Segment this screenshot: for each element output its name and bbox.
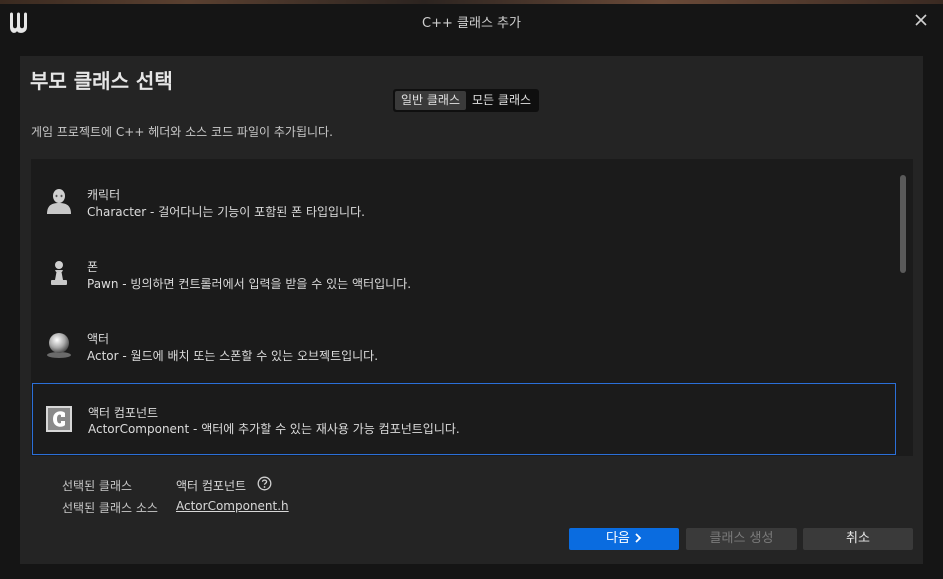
selected-class-value: 액터 컴포넌트 [176, 479, 247, 493]
title-bar: C++ 클래스 추가 [0, 4, 943, 40]
add-cpp-class-dialog: C++ 클래스 추가 부모 클래스 선택 일반 클래스 모든 클래스 게임 프로… [0, 0, 943, 579]
class-list: 캐릭터 Character - 걸어다니는 기능이 포함된 폰 타입입니다. 폰… [31, 159, 913, 456]
selected-source-link[interactable]: ActorComponent.h [176, 499, 289, 513]
help-icon[interactable] [257, 476, 272, 491]
class-item-name: 캐릭터 [87, 188, 121, 202]
chevron-right-icon [635, 533, 642, 543]
class-item-description: Character - 걸어다니는 기능이 포함된 폰 타입입니다. [87, 205, 365, 219]
class-item-character[interactable]: 캐릭터 Character - 걸어다니는 기능이 포함된 폰 타입입니다. [32, 160, 896, 232]
panel-description: 게임 프로젝트에 C++ 헤더와 소스 코드 파일이 추가됩니다. [31, 125, 333, 139]
class-item-description: ActorComponent - 액터에 추가할 수 있는 재사용 가능 컴포넌… [88, 422, 460, 436]
class-item-name: 액터 [87, 332, 110, 346]
next-button[interactable]: 다음 [569, 528, 679, 550]
tab-all-classes[interactable]: 모든 클래스 [466, 91, 537, 110]
actor-icon [47, 333, 71, 358]
selected-class-label: 선택된 클래스 [62, 479, 133, 493]
parent-class-panel: 부모 클래스 선택 일반 클래스 모든 클래스 게임 프로젝트에 C++ 헤더와… [20, 56, 923, 564]
class-item-actor-component[interactable]: 액터 컴포넌트 ActorComponent - 액터에 추가할 수 있는 재사… [32, 383, 896, 455]
class-item-pawn[interactable]: 폰 Pawn - 빙의하면 컨트롤러에서 입력을 받을 수 있는 액터입니다. [32, 232, 896, 304]
class-item-name: 액터 컴포넌트 [88, 406, 159, 420]
class-list-scrollbar[interactable] [900, 175, 906, 273]
tab-common-classes[interactable]: 일반 클래스 [395, 91, 467, 110]
window-title: C++ 클래스 추가 [422, 16, 521, 31]
next-button-label: 다음 [605, 531, 630, 546]
class-filter-tabs: 일반 클래스 모든 클래스 [393, 89, 540, 112]
class-item-actor[interactable]: 액터 Actor - 월드에 배치 또는 스폰할 수 있는 오브젝트입니다. [32, 304, 896, 376]
cancel-button[interactable]: 취소 [803, 528, 913, 550]
close-icon[interactable] [911, 10, 931, 30]
create-class-button[interactable]: 클래스 생성 [686, 528, 797, 550]
page-title: 부모 클래스 선택 [30, 69, 173, 93]
character-icon [47, 189, 71, 214]
class-item-description: Pawn - 빙의하면 컨트롤러에서 입력을 받을 수 있는 액터입니다. [87, 277, 412, 291]
class-item-description: Actor - 월드에 배치 또는 스폰할 수 있는 오브젝트입니다. [87, 349, 379, 363]
selected-source-label: 선택된 클래스 소스 [62, 501, 158, 515]
class-item-name: 폰 [87, 260, 99, 274]
pawn-icon [51, 261, 67, 285]
actor-component-icon [46, 406, 72, 432]
